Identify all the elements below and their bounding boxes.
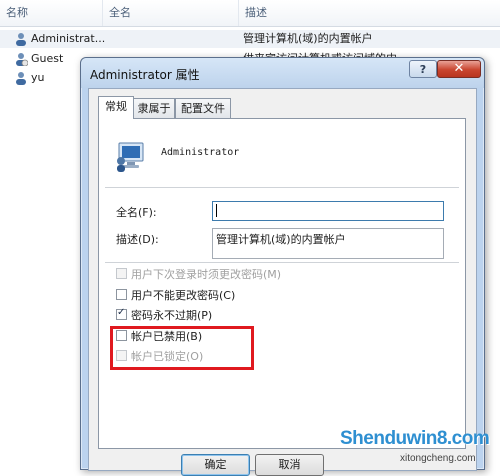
general-tab-panel: Administrator 全名(F): 描述(D): 管理计算机(域)的内置帐… xyxy=(98,118,466,449)
checkbox-label: 用户下次登录时须更改密码(M) xyxy=(131,268,282,281)
separator xyxy=(105,187,459,188)
checkbox-box[interactable] xyxy=(116,268,127,279)
fullname-label: 全名(F): xyxy=(116,206,157,219)
dialog-client-area: 常规 隶属于 配置文件 Administrator 全名(F): 描述(D): … xyxy=(88,88,477,476)
user-name-cell: Administrat... xyxy=(31,32,105,45)
user-icon xyxy=(16,53,28,66)
checkbox-label: 用户不能更改密码(C) xyxy=(131,289,236,302)
users-list-header: 名称 全名 描述 xyxy=(0,0,500,27)
properties-dialog: Administrator 属性 ? ✕ 常规 隶属于 配置文件 Adminis… xyxy=(80,57,485,476)
user-icon xyxy=(16,72,26,85)
column-description[interactable]: 描述 xyxy=(239,0,500,26)
list-item[interactable]: Administrat... 管理计算机(域)的内置帐户 xyxy=(0,30,500,48)
tab-member-of[interactable]: 隶属于 xyxy=(133,98,175,118)
account-name: Administrator xyxy=(161,147,240,158)
watermark-brand: Shenduwin8.com xyxy=(340,428,490,449)
column-name[interactable]: 名称 xyxy=(0,0,103,26)
close-button[interactable]: ✕ xyxy=(437,60,481,78)
description-input[interactable]: 管理计算机(域)的内置帐户 xyxy=(212,228,444,259)
text-caret xyxy=(216,204,217,217)
tab-profile[interactable]: 配置文件 xyxy=(175,98,231,118)
ok-button[interactable]: 确定 xyxy=(181,454,250,476)
user-computer-icon xyxy=(117,142,144,172)
dialog-titlebar[interactable]: Administrator 属性 ? ✕ xyxy=(81,58,484,88)
dialog-title: Administrator 属性 xyxy=(90,68,200,82)
watermark-sub: xitongcheng.com xyxy=(400,453,476,464)
checkbox-box[interactable] xyxy=(116,307,127,320)
help-button[interactable]: ? xyxy=(409,60,437,78)
fullname-input[interactable] xyxy=(212,201,444,221)
column-fullname[interactable]: 全名 xyxy=(103,0,239,26)
tab-general[interactable]: 常规 xyxy=(98,96,134,119)
cancel-button[interactable]: 取消 xyxy=(255,454,324,476)
user-icon xyxy=(16,33,26,46)
site-watermark: Shenduwin8.com xitongcheng.com xyxy=(340,424,500,470)
red-annotation-box xyxy=(110,326,254,370)
description-label: 描述(D): xyxy=(116,233,159,246)
user-description-cell: 管理计算机(域)的内置帐户 xyxy=(243,32,373,45)
checkbox-box[interactable] xyxy=(116,289,127,300)
separator xyxy=(105,262,459,263)
checkbox-label: 密码永不过期(P) xyxy=(131,309,213,322)
